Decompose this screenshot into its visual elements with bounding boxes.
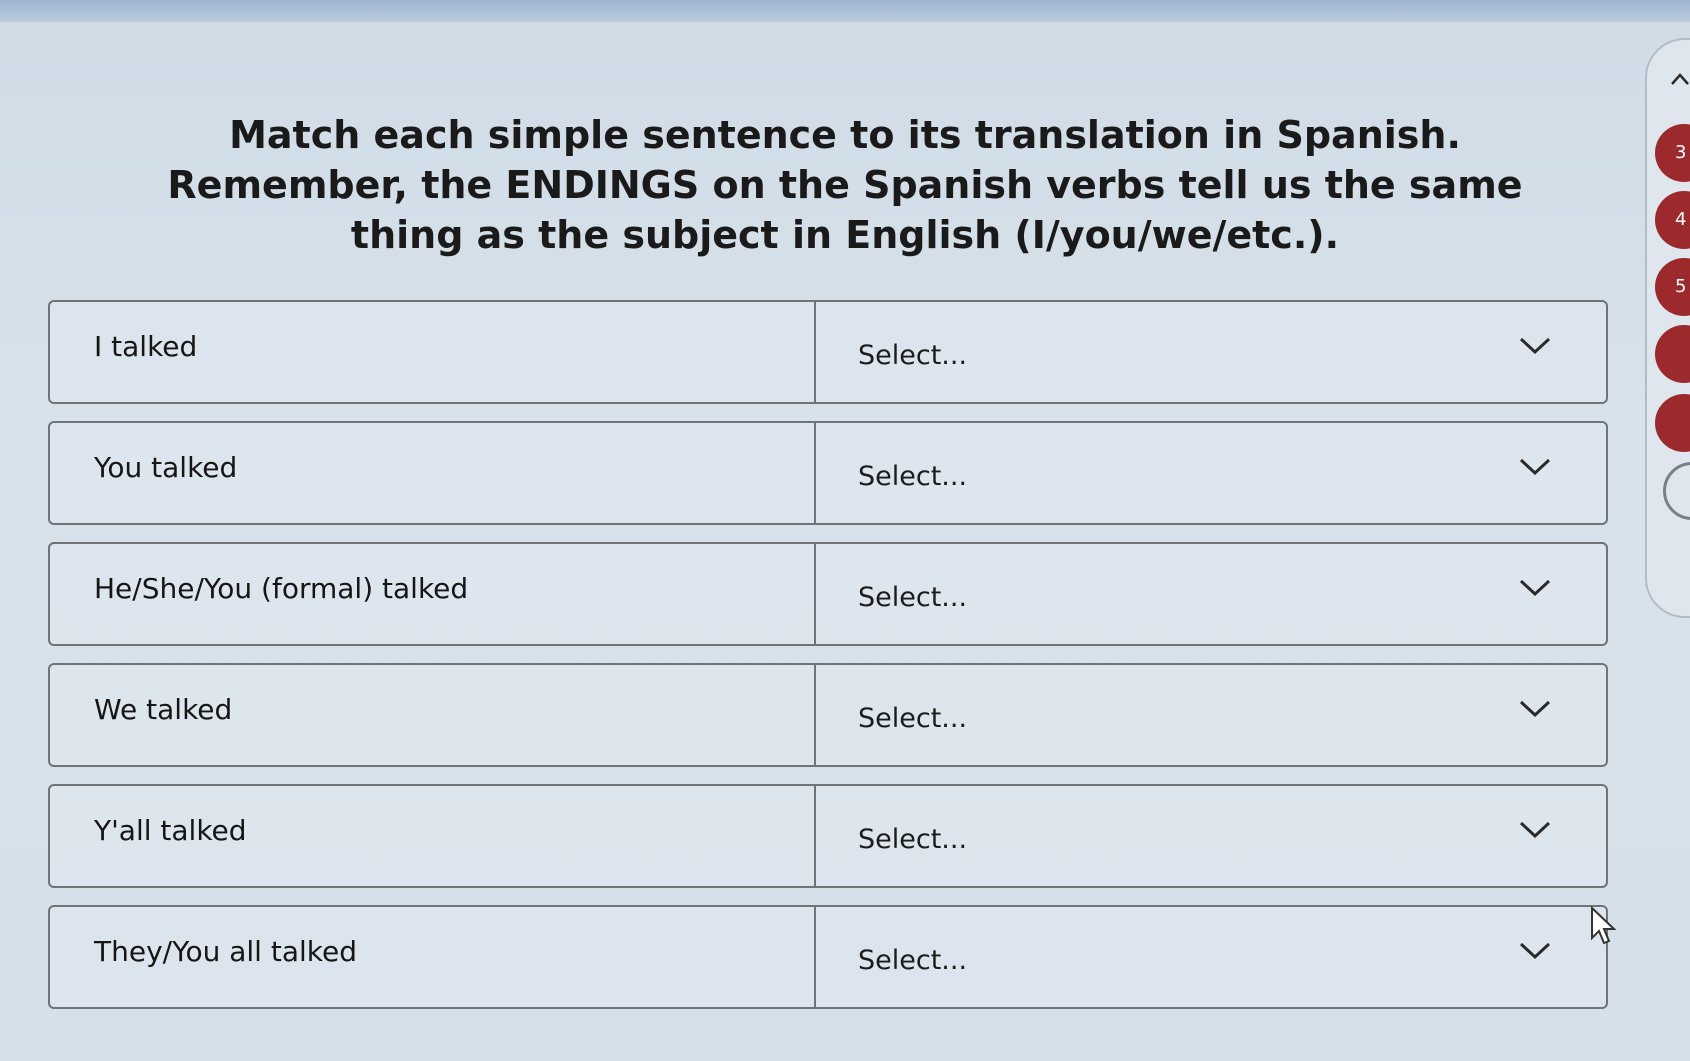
instructions-line-2: Remember, the ENDINGS on the Spanish ver… — [167, 163, 1523, 207]
dropdown-value: Select... — [858, 340, 968, 371]
match-row: You talked Select... — [48, 421, 1608, 525]
question-number: 5 — [1675, 276, 1687, 297]
chevron-down-icon — [1519, 458, 1551, 476]
match-row: Y'all talked Select... — [48, 784, 1608, 888]
answer-dropdown[interactable]: Select... — [816, 423, 1606, 523]
instructions: Match each simple sentence to its transl… — [150, 110, 1540, 260]
chevron-down-icon — [1519, 579, 1551, 597]
dropdown-value: Select... — [858, 582, 968, 613]
browser-top-strip — [0, 0, 1690, 22]
prompt-text: He/She/You (formal) talked — [50, 544, 816, 644]
answer-dropdown[interactable]: Select... — [816, 665, 1606, 765]
dropdown-value: Select... — [858, 824, 968, 855]
dropdown-value: Select... — [858, 461, 968, 492]
answer-dropdown[interactable]: Select... — [816, 302, 1606, 402]
prompt-text: You talked — [50, 423, 816, 523]
dropdown-value: Select... — [858, 945, 968, 976]
chevron-down-icon — [1519, 700, 1551, 718]
prompt-text: Y'all talked — [50, 786, 816, 886]
instructions-line-3: thing as the subject in English (I/you/w… — [350, 213, 1340, 257]
dropdown-value: Select... — [858, 703, 968, 734]
match-row: He/She/You (formal) talked Select... — [48, 542, 1608, 646]
answer-dropdown[interactable]: Select... — [816, 786, 1606, 886]
answer-dropdown[interactable]: Select... — [816, 544, 1606, 644]
question-number: 3 — [1675, 142, 1687, 163]
question-number: 4 — [1675, 209, 1687, 230]
chevron-down-icon — [1519, 821, 1551, 839]
matching-table: I talked Select... You talked Select... … — [48, 300, 1608, 1026]
instructions-line-1: Match each simple sentence to its transl… — [229, 113, 1461, 157]
match-row: I talked Select... — [48, 300, 1608, 404]
prompt-text: We talked — [50, 665, 816, 765]
mouse-cursor-icon — [1591, 906, 1617, 945]
chevron-up-icon[interactable] — [1670, 72, 1690, 86]
answer-dropdown[interactable]: Select... — [816, 907, 1606, 1007]
chevron-down-icon — [1519, 942, 1551, 960]
prompt-text: I talked — [50, 302, 816, 402]
match-row: They/You all talked Select... — [48, 905, 1608, 1009]
prompt-text: They/You all talked — [50, 907, 816, 1007]
chevron-down-icon — [1519, 337, 1551, 355]
match-row: We talked Select... — [48, 663, 1608, 767]
